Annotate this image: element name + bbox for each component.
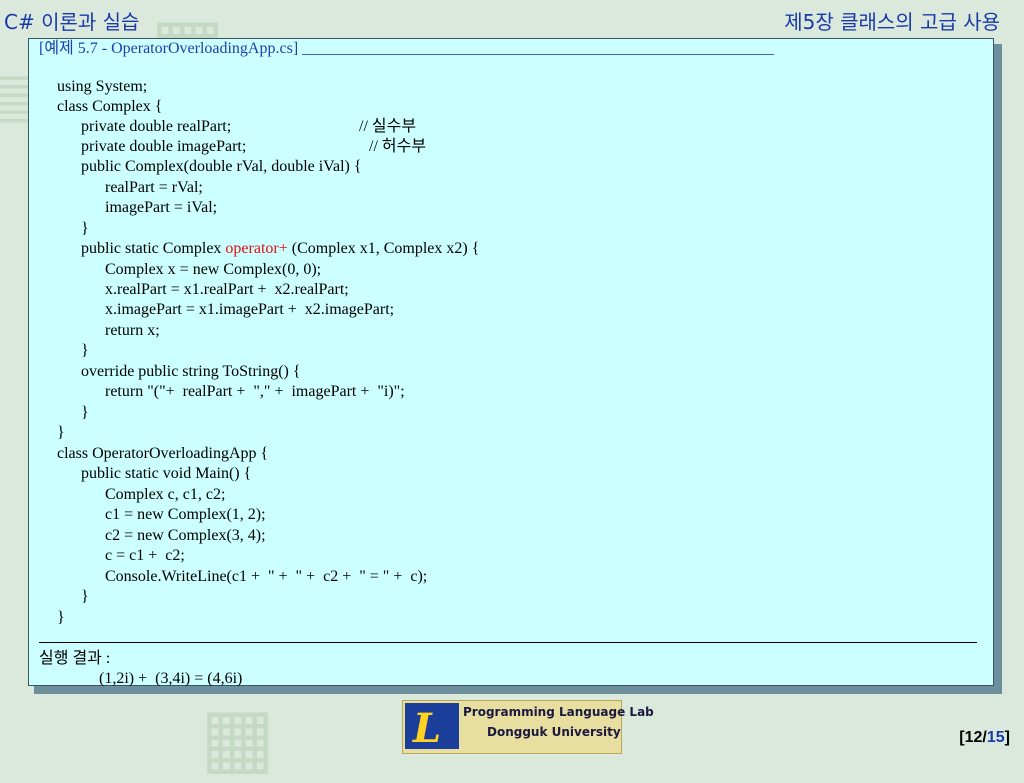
code-line: return x; [105, 322, 160, 339]
code-line: } [81, 588, 89, 605]
code-line-operator: public static Complex operator+ (Complex… [81, 239, 479, 259]
example-title: [예제 5.7 - OperatorOverloadingApp.cs] ___… [39, 40, 775, 57]
code-line: Complex x = new Complex(0, 0); [105, 261, 322, 278]
separator-rule [39, 642, 977, 643]
code-line: c = c1 + c2; [105, 547, 185, 564]
chapter-title: 제5장 클래스의 고급 사용 [784, 10, 1000, 34]
code-line: } [81, 342, 89, 359]
code-line: c1 = new Complex(1, 2); [105, 506, 266, 523]
code-segment: public static Complex [81, 240, 226, 257]
code-line: x.imagePart = x1.imagePart + x2.imagePar… [105, 301, 395, 318]
code-line: } [57, 424, 65, 441]
code-line: Complex c, c1, c2; [105, 486, 226, 503]
code-line: x.realPart = x1.realPart + x2.realPart; [105, 281, 349, 298]
code-line: imagePart = iVal; [105, 199, 218, 216]
code-panel: [예제 5.7 - OperatorOverloadingApp.cs] ___… [28, 38, 994, 687]
result-value: (1,2i) + (3,4i) = (4,6i) [99, 670, 243, 687]
logo-line1: Programming Language Lab [463, 705, 654, 719]
page-total: 15 [986, 729, 1005, 746]
operator-keyword: operator+ [225, 240, 288, 257]
code-line: public Complex(double rVal, double iVal)… [81, 158, 362, 175]
code-line: } [81, 220, 89, 237]
code-line: private double realPart; [81, 118, 232, 135]
code-line: } [57, 609, 65, 626]
code-line: return "("+ realPart + "," + imagePart +… [105, 383, 405, 400]
code-comment: // 실수부 [359, 118, 417, 135]
code-comment: // 허수부 [369, 138, 427, 155]
course-title: C# 이론과 실습 [4, 10, 140, 34]
page-number: [12/15] [959, 729, 1010, 746]
code-line: realPart = rVal; [105, 179, 203, 196]
code-line: } [81, 404, 89, 421]
lab-logo: L Programming Language Lab Dongguk Unive… [402, 700, 654, 754]
code-line: Console.WriteLine(c1 + " + " + c2 + " = … [105, 568, 428, 585]
code-line: c2 = new Complex(3, 4); [105, 527, 266, 544]
code-line: private double imagePart; [81, 138, 247, 155]
result-label: 실행 결과 : [39, 650, 111, 667]
logo-mark-icon: L [405, 703, 459, 752]
logo-line2: Dongguk University [487, 725, 621, 739]
background-decoration: ▦ [200, 690, 276, 783]
logo-mark-letter: L [413, 705, 442, 752]
page-current: 12 [964, 729, 983, 746]
code-line: class Complex { [57, 98, 163, 115]
code-line: using System; [57, 78, 148, 95]
code-line: override public string ToString() { [81, 363, 301, 380]
code-line: public static void Main() { [81, 465, 252, 482]
code-line: class OperatorOverloadingApp { [57, 445, 269, 462]
code-segment: (Complex x1, Complex x2) { [287, 240, 480, 257]
